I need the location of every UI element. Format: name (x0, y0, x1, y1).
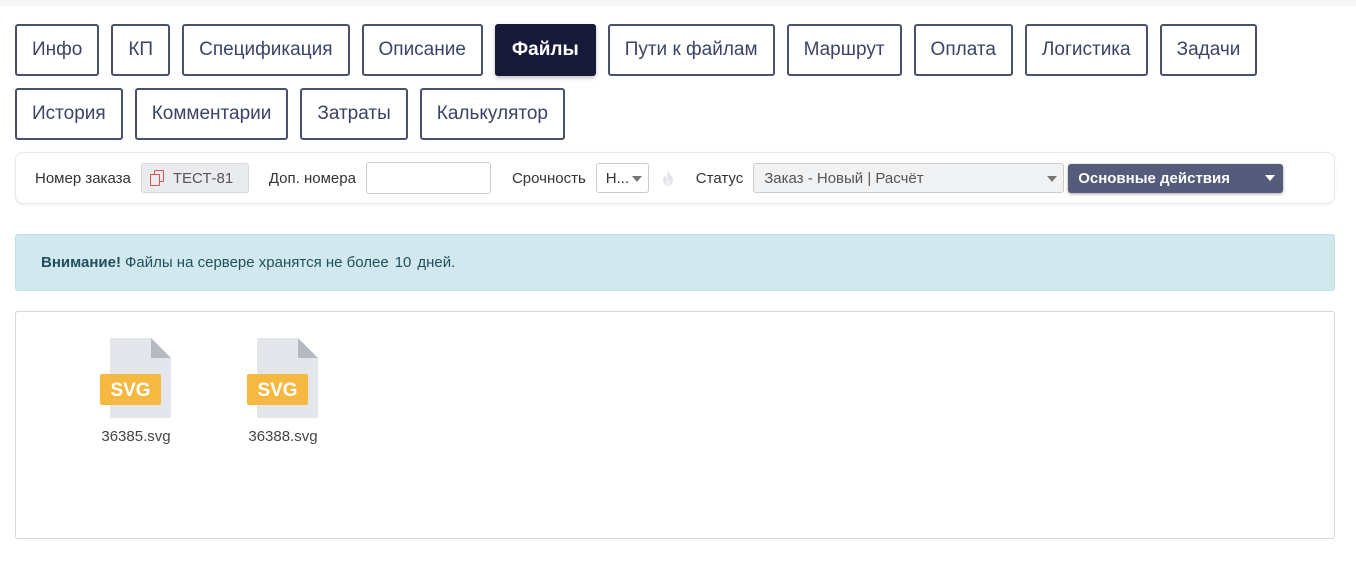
top-shade (0, 0, 1356, 6)
tab-row-2: История Комментарии Затраты Калькулятор (15, 88, 1345, 140)
tab-bar: Инфо КП Спецификация Описание Файлы Пути… (15, 24, 1345, 152)
main-actions-label: Основные действия (1078, 169, 1231, 187)
order-number-value: ТЕСТ-81 (172, 169, 234, 187)
status-label: Статус (695, 169, 744, 187)
storage-alert: Внимание! Файлы на сервере хранятся не б… (15, 234, 1335, 291)
tab-comments[interactable]: Комментарии (134, 88, 289, 140)
tab-files[interactable]: Файлы (494, 24, 596, 76)
urgency-label: Срочность (511, 169, 586, 187)
tab-logistics[interactable]: Логистика (1024, 24, 1148, 76)
status-value: Заказ - Новый | Расчёт (764, 169, 924, 187)
extra-numbers-label: Доп. номера (268, 169, 356, 187)
urgency-select[interactable]: Н... (595, 163, 649, 193)
tab-specification[interactable]: Спецификация (182, 24, 350, 76)
tab-history[interactable]: История (15, 88, 123, 140)
main-actions-button[interactable]: Основные действия (1068, 163, 1284, 193)
urgency-value: Н... (605, 169, 630, 187)
alert-text-after: дней. (417, 254, 456, 271)
copy-icon (149, 170, 164, 186)
order-number-label: Номер заказа (35, 169, 131, 187)
file-item[interactable]: SVG 36388.svg (233, 336, 333, 445)
tab-row-1: Инфо КП Спецификация Описание Файлы Пути… (15, 24, 1345, 76)
tab-file-paths[interactable]: Пути к файлам (607, 24, 775, 76)
tab-costs[interactable]: Затраты (300, 88, 408, 140)
tab-payment[interactable]: Оплата (913, 24, 1013, 76)
file-name: 36388.svg (248, 428, 318, 445)
order-number-copy[interactable]: ТЕСТ-81 (140, 163, 249, 193)
chevron-down-icon (631, 176, 642, 182)
order-info-bar: Номер заказа ТЕСТ-81 Доп. номера Срочнос… (15, 152, 1335, 204)
tab-tasks[interactable]: Задачи (1159, 24, 1258, 76)
chevron-down-icon (1265, 174, 1276, 181)
tab-info[interactable]: Инфо (15, 24, 100, 76)
status-select[interactable]: Заказ - Новый | Расчёт (753, 163, 1065, 193)
tab-route[interactable]: Маршрут (786, 24, 902, 76)
files-panel: SVG 36385.svg SVG 36388.svg (15, 311, 1335, 539)
flame-icon[interactable] (660, 169, 676, 187)
tab-description[interactable]: Описание (361, 24, 483, 76)
alert-days: 10 (394, 254, 412, 271)
chevron-down-icon (1047, 176, 1058, 182)
file-item[interactable]: SVG 36385.svg (86, 336, 186, 445)
file-name: 36385.svg (101, 428, 171, 445)
svg-file-icon: SVG (247, 338, 318, 418)
alert-strong: Внимание! (41, 254, 121, 271)
alert-text-before: Файлы на сервере хранятся не более (124, 254, 389, 271)
extra-numbers-input[interactable] (365, 162, 491, 194)
file-ext: SVG (110, 380, 150, 401)
file-ext: SVG (257, 380, 297, 401)
tab-kp[interactable]: КП (111, 24, 171, 76)
tab-calculator[interactable]: Калькулятор (419, 88, 565, 140)
svg-file-icon: SVG (100, 338, 171, 418)
